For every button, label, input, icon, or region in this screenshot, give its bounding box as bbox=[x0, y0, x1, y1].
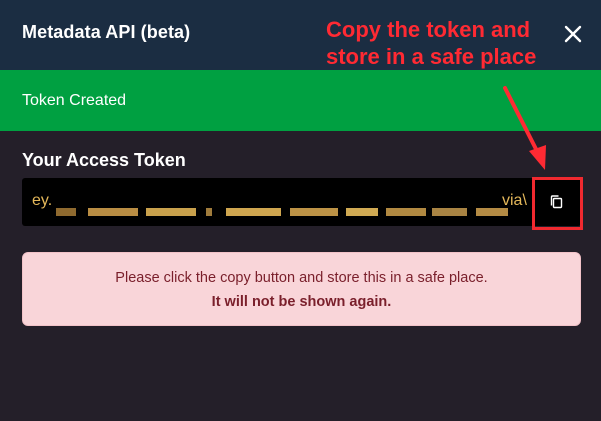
success-alert: Token Created bbox=[0, 70, 601, 131]
modal-title: Metadata API (beta) bbox=[22, 22, 191, 42]
annotation-line-2: store in a safe place bbox=[326, 44, 537, 69]
copy-icon bbox=[550, 195, 563, 209]
success-alert-text: Token Created bbox=[22, 92, 127, 109]
warning-alert: Please click the copy button and store t… bbox=[22, 252, 581, 326]
access-token-label: Your Access Token bbox=[22, 150, 186, 170]
annotation-callout: Copy the token and store in a safe place bbox=[326, 16, 536, 70]
copy-token-button[interactable] bbox=[540, 186, 574, 221]
warning-emphasis: It will not be shown again. bbox=[211, 294, 392, 310]
access-token-field[interactable]: ey. via\ bbox=[22, 178, 581, 226]
close-button[interactable] bbox=[560, 21, 586, 47]
close-icon bbox=[564, 25, 582, 43]
warning-message: Please click the copy button and store t… bbox=[115, 270, 488, 286]
annotation-line-1: Copy the token and bbox=[326, 17, 531, 42]
metadata-api-modal: Metadata API (beta) Token Created Your A… bbox=[0, 0, 601, 421]
